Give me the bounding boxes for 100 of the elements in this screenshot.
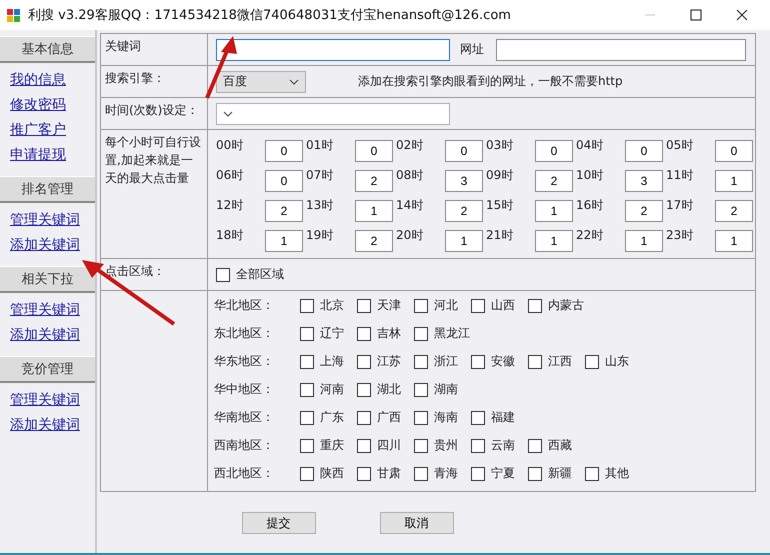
checkbox[interactable]: 四川: [357, 437, 414, 454]
maximize-icon[interactable]: [690, 9, 702, 21]
chevron-down-icon: [289, 78, 299, 84]
sidebar-link[interactable]: 推广客户: [10, 121, 95, 139]
count-field[interactable]: 0: [715, 140, 753, 162]
sidebar-link[interactable]: 添加关键词: [10, 326, 95, 344]
checkbox[interactable]: 湖北: [357, 381, 414, 398]
count-field[interactable]: 1: [715, 230, 753, 252]
checkbox[interactable]: 天津: [357, 297, 414, 314]
hour-label: 15时: [486, 197, 514, 214]
checkbox[interactable]: 新疆: [528, 465, 585, 482]
sidebar-link[interactable]: 管理关键词: [10, 301, 95, 319]
checkbox[interactable]: 河北: [414, 297, 471, 314]
checkbox[interactable]: 贵州: [414, 437, 471, 454]
checkbox[interactable]: 海南: [414, 409, 471, 426]
count-field[interactable]: 0: [265, 140, 303, 162]
section-header: 相关下拉: [0, 266, 95, 293]
count-field[interactable]: 0: [535, 140, 573, 162]
window-title: 利搜 v3.29客服QQ：1714534218微信740648031支付宝henansoft@126.com: [28, 7, 512, 24]
hour-label: 09时: [486, 167, 514, 184]
checkbox[interactable]: 甘肃: [357, 465, 414, 482]
checkbox[interactable]: 云南: [471, 437, 528, 454]
count-field[interactable]: 2: [625, 200, 663, 222]
hours-note: 每个小时可自行设置,加起来就是一天的最大点击量: [101, 130, 208, 259]
checkbox[interactable]: 广西: [357, 409, 414, 426]
checkbox[interactable]: 安徽: [471, 353, 528, 370]
checkbox[interactable]: 陕西: [300, 465, 357, 482]
checkbox[interactable]: 江西: [528, 353, 585, 370]
count-field[interactable]: 2: [445, 200, 483, 222]
checkbox[interactable]: 黑龙江: [414, 325, 471, 342]
action-button[interactable]: 取消: [380, 512, 454, 534]
engine-dropdown[interactable]: 百度: [216, 70, 306, 92]
app-icon: [6, 7, 22, 23]
sidebar-link[interactable]: 管理关键词: [10, 211, 95, 229]
field-label: 关键词: [101, 34, 208, 66]
checkbox[interactable]: 北京: [300, 297, 357, 314]
hour-label: 21时: [486, 227, 514, 244]
hour-label: 10时: [576, 167, 604, 184]
checkbox[interactable]: 湖南: [414, 381, 471, 398]
sidebar-link[interactable]: 添加关键词: [10, 236, 95, 254]
count-field[interactable]: 0: [355, 140, 393, 162]
hour-label: 23时: [666, 227, 694, 244]
count-field[interactable]: 1: [535, 230, 573, 252]
checkbox[interactable]: 广东: [300, 409, 357, 426]
hour-label: 08时: [396, 167, 424, 184]
checkbox[interactable]: 上海: [300, 353, 357, 370]
hint-text: 添加在搜索引擎肉眼看到的网址，一般不需要http: [358, 73, 623, 90]
checkbox[interactable]: 重庆: [300, 437, 357, 454]
checkbox[interactable]: 西藏: [528, 437, 585, 454]
sidebar-link[interactable]: 管理关键词: [10, 391, 95, 409]
hour-label: 18时: [216, 227, 244, 244]
hour-label: 04时: [576, 137, 604, 154]
count-field[interactable]: 1: [535, 200, 573, 222]
checkbox[interactable]: 山西: [471, 297, 528, 314]
checkbox[interactable]: 浙江: [414, 353, 471, 370]
checkbox[interactable]: 辽宁: [300, 325, 357, 342]
action-button[interactable]: 提交: [242, 512, 316, 534]
region-label: 东北地区：: [214, 325, 275, 342]
count-field[interactable]: 0: [625, 140, 663, 162]
count-field[interactable]: 2: [355, 230, 393, 252]
checkbox[interactable]: 其他: [585, 465, 642, 482]
checkbox[interactable]: 青海: [414, 465, 471, 482]
hour-label: 22时: [576, 227, 604, 244]
section-header: 竞价管理: [0, 356, 95, 383]
checkbox[interactable]: 吉林: [357, 325, 414, 342]
count-field[interactable]: 1: [445, 230, 483, 252]
checkbox[interactable]: 全部区域: [216, 266, 284, 283]
hour-label: 11时: [666, 167, 694, 184]
close-icon[interactable]: [736, 9, 748, 21]
checkbox[interactable]: 宁夏: [471, 465, 528, 482]
checkbox[interactable]: 河南: [300, 381, 357, 398]
count-field[interactable]: 3: [445, 170, 483, 192]
sidebar-link[interactable]: 申请提现: [10, 146, 95, 164]
keyword-field[interactable]: [216, 38, 450, 60]
count-field[interactable]: 1: [265, 230, 303, 252]
region-label: 西北地区：: [214, 465, 275, 482]
count-field[interactable]: 1: [625, 230, 663, 252]
region-label: 华北地区：: [214, 297, 275, 314]
count-field[interactable]: 3: [625, 170, 663, 192]
url-field[interactable]: [496, 38, 746, 60]
count-field[interactable]: 0: [265, 170, 303, 192]
count-field[interactable]: 1: [715, 170, 753, 192]
region-label: 西南地区：: [214, 437, 275, 454]
checkbox[interactable]: 山东: [585, 353, 642, 370]
checkbox[interactable]: 内蒙古: [528, 297, 585, 314]
section-header: 排名管理: [0, 176, 95, 203]
count-field[interactable]: 1: [355, 200, 393, 222]
checkbox[interactable]: 江苏: [357, 353, 414, 370]
hour-label: 12时: [216, 197, 244, 214]
sidebar-link[interactable]: 修改密码: [10, 96, 95, 114]
count-field[interactable]: 2: [355, 170, 393, 192]
sidebar-link[interactable]: 我的信息: [10, 71, 95, 89]
hour-label: 00时: [216, 137, 244, 154]
checkbox[interactable]: 福建: [471, 409, 528, 426]
count-field[interactable]: 0: [445, 140, 483, 162]
count-field[interactable]: 2: [535, 170, 573, 192]
field-label: 时间(次数)设定：: [101, 98, 208, 130]
count-field[interactable]: 2: [265, 200, 303, 222]
sidebar-link[interactable]: 添加关键词: [10, 416, 95, 434]
count-field[interactable]: 2: [715, 200, 753, 222]
